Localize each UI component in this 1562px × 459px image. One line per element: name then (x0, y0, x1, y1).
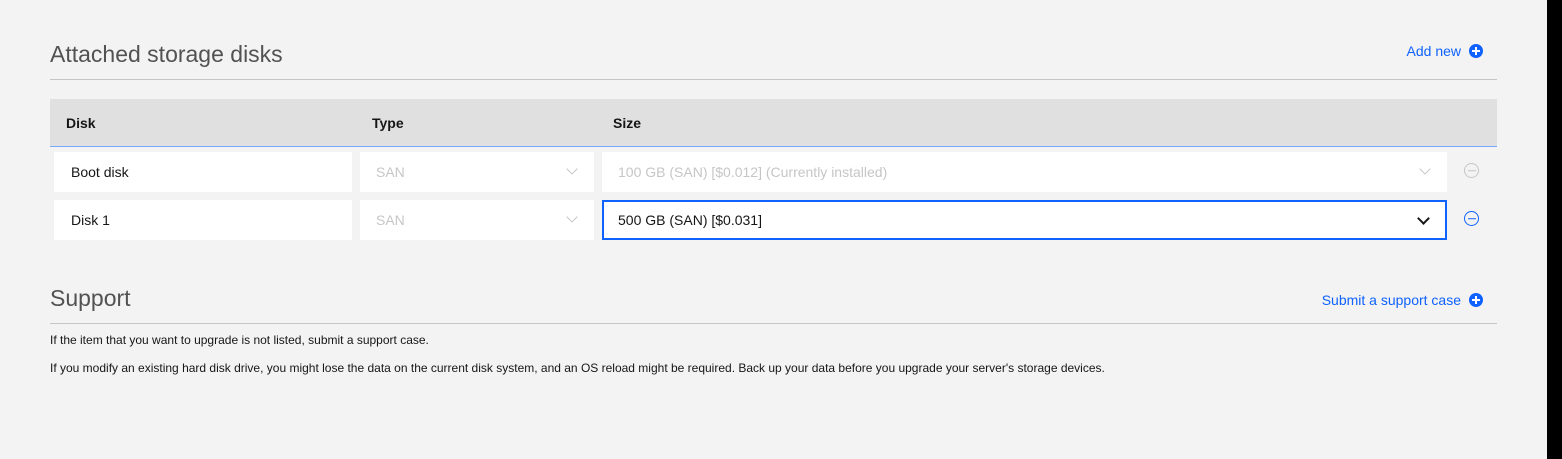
support-warning-text: If you modify an existing hard disk driv… (50, 361, 1105, 375)
plus-circle-icon (1469, 44, 1483, 58)
submit-support-case-label: Submit a support case (1321, 292, 1461, 308)
chevron-down-icon (566, 163, 578, 175)
disk-name-value: Boot disk (71, 164, 129, 180)
storage-section-header: Attached storage disks Add new (50, 39, 1497, 80)
minus-circle-icon[interactable] (1464, 211, 1479, 226)
support-info-text: If the item that you want to upgrade is … (50, 333, 429, 347)
chevron-down-icon (1417, 212, 1430, 225)
submit-support-case-link[interactable]: Submit a support case (1322, 292, 1483, 308)
disk-size-value: 100 GB (SAN) [$0.012] (Currently install… (618, 164, 888, 180)
support-section-title: Support (50, 285, 131, 311)
minus-circle-icon (1464, 163, 1479, 178)
disk-type-select[interactable]: SAN (360, 152, 594, 192)
table-row: Boot disk SAN 100 GB (SAN) [$0.012] (Cur… (50, 152, 1497, 192)
disk-type-select[interactable]: SAN (360, 200, 594, 240)
disk-table-header: Disk Type Size (50, 99, 1497, 147)
disk-name-input[interactable]: Boot disk (54, 152, 352, 192)
chevron-down-icon (1419, 163, 1431, 175)
add-new-link[interactable]: Add new (1407, 43, 1483, 59)
column-header-size: Size (613, 115, 642, 131)
disk-size-select[interactable]: 500 GB (SAN) [$0.031] (602, 200, 1447, 240)
window-edge (1547, 0, 1562, 459)
support-section-header: Support Submit a support case (50, 283, 1497, 324)
disk-name-input[interactable]: Disk 1 (54, 200, 352, 240)
disk-type-value: SAN (376, 212, 405, 228)
add-new-label: Add new (1406, 43, 1461, 59)
disk-size-select[interactable]: 100 GB (SAN) [$0.012] (Currently install… (602, 152, 1447, 192)
disk-type-value: SAN (376, 164, 405, 180)
disk-size-value: 500 GB (SAN) [$0.031] (618, 212, 762, 228)
column-header-disk: Disk (66, 115, 96, 131)
table-row: Disk 1 SAN 500 GB (SAN) [$0.031] (50, 200, 1497, 240)
storage-section-title: Attached storage disks (50, 41, 283, 67)
column-header-type: Type (372, 115, 404, 131)
disk-name-value: Disk 1 (71, 212, 110, 228)
chevron-down-icon (566, 211, 578, 223)
plus-circle-icon (1469, 293, 1483, 307)
